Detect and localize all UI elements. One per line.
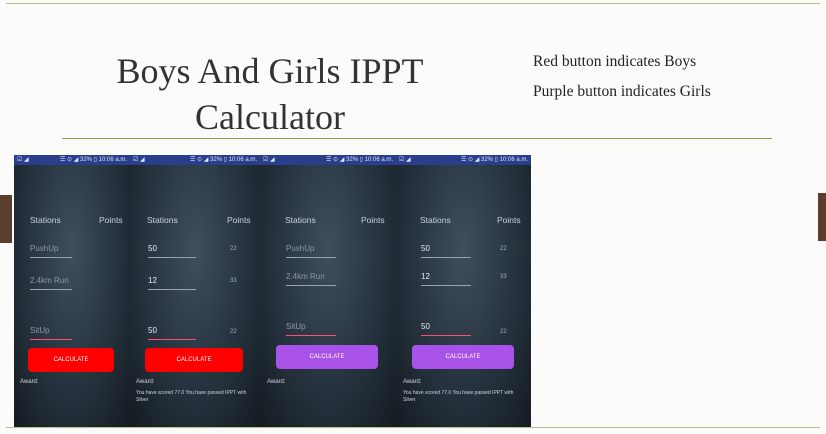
award-label: Award: [403,379,422,385]
points-header: Points [99,215,123,225]
stations-header: Stations [420,215,451,225]
run-input[interactable]: 12 [148,275,196,290]
phone-boys-filled: ☑ ◢ ☰ ⊙ ◢ 32% ▯ 10:06 a.m. Stations Poin… [130,155,260,427]
pushup-input[interactable]: PushUp [286,243,336,258]
run-points: 33 [230,278,237,284]
award-label: Award: [20,379,39,385]
situp-input[interactable]: 50 [148,325,196,340]
title-line-1: Boys And Girls IPPT [116,51,424,91]
points-header: Points [361,215,385,225]
stations-header: Stations [285,215,316,225]
status-left: ☑ ◢ [17,157,29,163]
stations-header: Stations [147,215,178,225]
note-girls: Purple button indicates Girls [533,83,711,100]
situp-input[interactable]: SitUp [286,321,336,336]
status-left: ☑ ◢ [133,157,145,163]
situp-input[interactable]: 50 [421,321,471,336]
status-right: ☰ ⊙ ◢ 32% ▯ 10:06 a.m. [460,157,528,163]
pushup-input[interactable]: 50 [148,243,196,258]
slide-title: Boys And Girls IPPT Calculator [90,48,450,140]
legend-notes: Red button indicates Boys Purple button … [533,47,711,107]
slide: Boys And Girls IPPT Calculator Red butto… [0,0,826,434]
title-divider [62,138,772,139]
status-left: ☑ ◢ [399,157,411,163]
situp-points: 22 [500,329,507,335]
situp-points: 22 [230,329,237,335]
status-bar: ☑ ◢ ☰ ⊙ ◢ 32% ▯ 10:06 a.m. [396,155,531,165]
pushup-input[interactable]: PushUp [30,243,72,258]
calculate-button[interactable]: CALCULATE [28,348,114,372]
title-line-2: Calculator [195,97,345,137]
run-points: 33 [500,274,507,280]
award-result: You have scored 77.0 You have passed IPP… [136,390,247,403]
calculate-button[interactable]: CALCULATE [412,345,514,369]
calculate-button[interactable]: CALCULATE [276,345,378,369]
slide-border-bottom [6,427,820,428]
status-right: ☰ ⊙ ◢ 32% ▯ 10:06 a.m. [189,157,257,163]
slide-border-top [6,3,820,4]
run-input[interactable]: 2.4km Run [30,275,72,290]
award-label: Award: [267,379,286,385]
award-result: You have scored 77.0 You have passed IPP… [403,390,514,403]
run-input[interactable]: 12 [421,271,471,286]
pushup-points: 22 [500,246,507,252]
phone-girls-empty: ☑ ◢ ☰ ⊙ ◢ 32% ▯ 10:06 a.m. Stations Poin… [260,155,396,427]
phone-screenshots: ☑ ◢ ☰ ⊙ ◢ 32% ▯ 10:06 a.m. Stations Poin… [14,155,531,427]
status-right: ☰ ⊙ ◢ 32% ▯ 10:06 a.m. [325,157,393,163]
points-header: Points [497,215,521,225]
points-header: Points [227,215,251,225]
slide-side-tab-left [0,195,12,243]
phone-boys-empty: ☑ ◢ ☰ ⊙ ◢ 32% ▯ 10:06 a.m. Stations Poin… [14,155,130,427]
calculate-button[interactable]: CALCULATE [145,348,243,372]
status-bar: ☑ ◢ ☰ ⊙ ◢ 32% ▯ 10:06 a.m. [260,155,396,165]
status-bar: ☑ ◢ ☰ ⊙ ◢ 32% ▯ 10:06 a.m. [14,155,130,165]
status-bar: ☑ ◢ ☰ ⊙ ◢ 32% ▯ 10:06 a.m. [130,155,260,165]
award-label: Award: [136,379,155,385]
situp-input[interactable]: SitUp [30,325,72,340]
pushup-points: 22 [230,246,237,252]
status-right: ☰ ⊙ ◢ 32% ▯ 10:06 a.m. [59,157,127,163]
stations-header: Stations [30,215,61,225]
status-left: ☑ ◢ [263,157,275,163]
note-boys: Red button indicates Boys [533,53,697,70]
pushup-input[interactable]: 50 [421,243,471,258]
run-input[interactable]: 2.4km Run [286,271,336,286]
phone-girls-filled: ☑ ◢ ☰ ⊙ ◢ 32% ▯ 10:06 a.m. Stations Poin… [396,155,531,427]
slide-side-tab-right [818,193,826,241]
